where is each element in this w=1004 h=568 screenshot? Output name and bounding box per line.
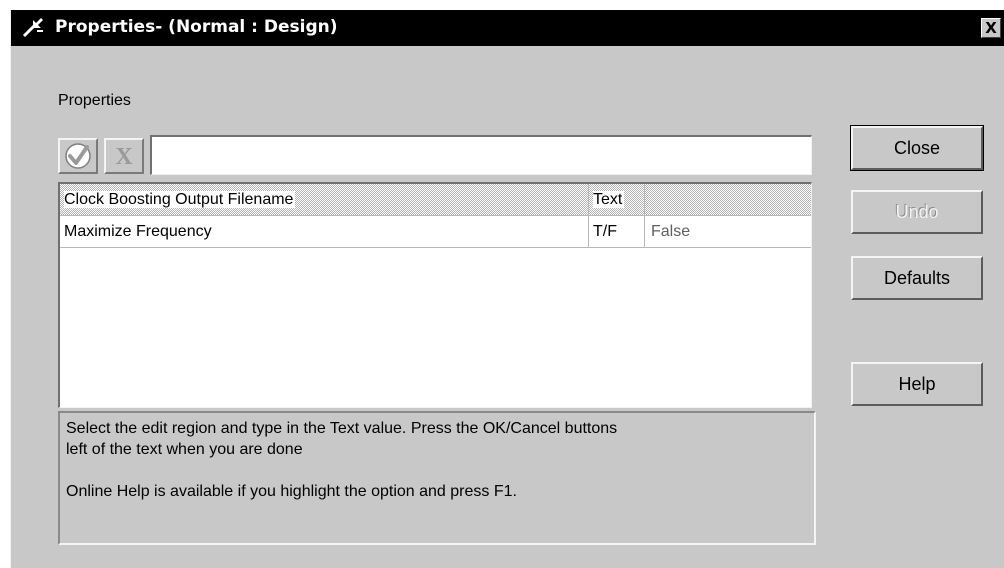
property-type: T/F <box>593 223 617 240</box>
property-type-cell[interactable]: T/F <box>589 216 645 247</box>
undo-button[interactable]: Undo <box>851 190 983 234</box>
defaults-button[interactable]: Defaults <box>851 256 983 300</box>
window-title: Properties- (Normal : Design) <box>55 17 338 37</box>
description-line: Online Help is available if you highligh… <box>66 483 517 500</box>
property-value-input[interactable] <box>150 135 812 175</box>
property-name: Clock Boosting Output Filename <box>64 191 296 208</box>
title-bar[interactable]: Properties- (Normal : Design) X <box>11 10 1004 46</box>
ok-button[interactable] <box>58 138 98 174</box>
properties-grid[interactable]: Clock Boosting Output Filename Text Maxi… <box>58 182 812 408</box>
description-spacer <box>66 460 808 481</box>
help-button[interactable]: Help <box>851 362 983 406</box>
description-panel: Select the edit region and type in the T… <box>58 411 816 545</box>
property-name: Maximize Frequency <box>64 223 212 240</box>
property-type-cell[interactable]: Text <box>589 184 645 215</box>
property-value-cell[interactable] <box>645 184 811 215</box>
property-type: Text <box>593 191 625 208</box>
close-icon: X <box>985 19 997 37</box>
properties-dialog: Properties- (Normal : Design) X Properti… <box>10 10 1004 568</box>
properties-wand-icon <box>21 16 47 40</box>
property-name-cell[interactable]: Clock Boosting Output Filename <box>60 184 589 215</box>
description-line: left of the text when you are done <box>66 441 303 458</box>
x-cancel-icon: X <box>115 144 133 170</box>
window-close-button[interactable]: X <box>981 18 1001 38</box>
cancel-button[interactable]: X <box>104 138 144 174</box>
close-button[interactable]: Close <box>850 125 984 171</box>
grid-row-maximize-frequency[interactable]: Maximize Frequency T/F False <box>60 216 811 248</box>
property-value-cell[interactable]: False <box>645 216 811 247</box>
property-name-cell[interactable]: Maximize Frequency <box>60 216 589 247</box>
property-value: False <box>651 223 691 240</box>
properties-label: Properties <box>58 92 131 109</box>
grid-row-clock-boosting[interactable]: Clock Boosting Output Filename Text <box>60 184 811 216</box>
description-line: Select the edit region and type in the T… <box>66 420 618 437</box>
